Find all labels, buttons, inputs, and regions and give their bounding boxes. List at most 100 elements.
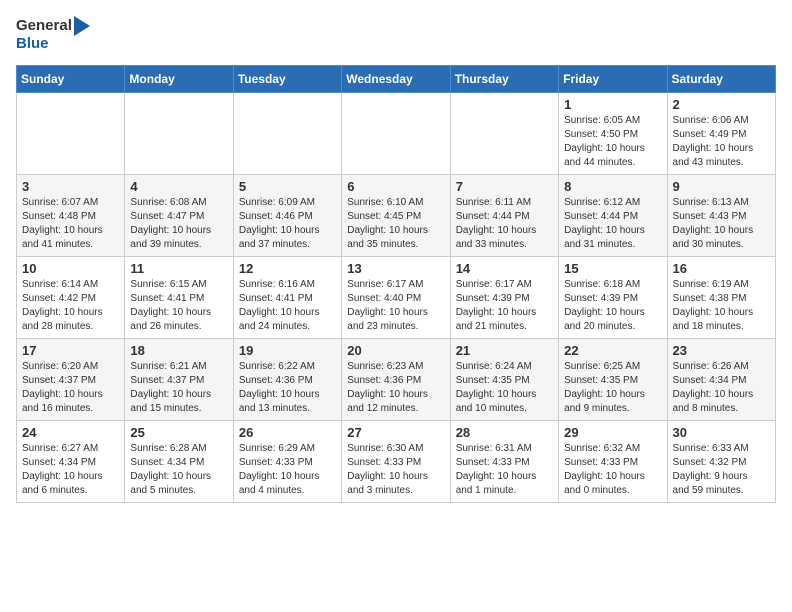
calendar-day-cell: 11 Sunrise: 6:15 AM Sunset: 4:41 PM Dayli… <box>125 256 233 338</box>
day-number: 27 <box>347 425 444 440</box>
calendar-day-cell <box>233 92 341 174</box>
calendar-day-cell: 15 Sunrise: 6:18 AM Sunset: 4:39 PM Dayli… <box>559 256 667 338</box>
weekday-header-cell: Friday <box>559 65 667 92</box>
calendar-day-cell: 18 Sunrise: 6:21 AM Sunset: 4:37 PM Dayli… <box>125 338 233 420</box>
calendar-day-cell: 16 Sunrise: 6:19 AM Sunset: 4:38 PM Dayli… <box>667 256 775 338</box>
calendar-day-cell: 12 Sunrise: 6:16 AM Sunset: 4:41 PM Dayli… <box>233 256 341 338</box>
day-info: Sunrise: 6:06 AM Sunset: 4:49 PM Dayligh… <box>673 114 770 170</box>
logo: General Blue <box>16 16 90 53</box>
day-info: Sunrise: 6:29 AM Sunset: 4:33 PM Dayligh… <box>239 442 336 498</box>
calendar-day-cell: 25 Sunrise: 6:28 AM Sunset: 4:34 PM Dayli… <box>125 420 233 502</box>
day-number: 17 <box>22 343 119 358</box>
calendar-day-cell: 8 Sunrise: 6:12 AM Sunset: 4:44 PM Daylig… <box>559 174 667 256</box>
day-number: 7 <box>456 179 553 194</box>
day-info: Sunrise: 6:11 AM Sunset: 4:44 PM Dayligh… <box>456 196 553 252</box>
calendar-day-cell: 2 Sunrise: 6:06 AM Sunset: 4:49 PM Daylig… <box>667 92 775 174</box>
logo-text: General Blue <box>16 16 90 53</box>
day-info: Sunrise: 6:12 AM Sunset: 4:44 PM Dayligh… <box>564 196 661 252</box>
day-info: Sunrise: 6:17 AM Sunset: 4:39 PM Dayligh… <box>456 278 553 334</box>
day-number: 23 <box>673 343 770 358</box>
calendar-day-cell: 20 Sunrise: 6:23 AM Sunset: 4:36 PM Dayli… <box>342 338 450 420</box>
day-info: Sunrise: 6:16 AM Sunset: 4:41 PM Dayligh… <box>239 278 336 334</box>
calendar-day-cell: 5 Sunrise: 6:09 AM Sunset: 4:46 PM Daylig… <box>233 174 341 256</box>
calendar-week-row: 10 Sunrise: 6:14 AM Sunset: 4:42 PM Dayli… <box>17 256 776 338</box>
day-info: Sunrise: 6:19 AM Sunset: 4:38 PM Dayligh… <box>673 278 770 334</box>
day-number: 4 <box>130 179 227 194</box>
calendar-day-cell: 19 Sunrise: 6:22 AM Sunset: 4:36 PM Dayli… <box>233 338 341 420</box>
day-number: 29 <box>564 425 661 440</box>
calendar-day-cell: 29 Sunrise: 6:32 AM Sunset: 4:33 PM Dayli… <box>559 420 667 502</box>
day-info: Sunrise: 6:25 AM Sunset: 4:35 PM Dayligh… <box>564 360 661 416</box>
day-number: 9 <box>673 179 770 194</box>
calendar-day-cell: 3Sunrise: 6:07 AM Sunset: 4:48 PM Daylig… <box>17 174 125 256</box>
calendar-day-cell: 30 Sunrise: 6:33 AM Sunset: 4:32 PM Dayli… <box>667 420 775 502</box>
day-number: 10 <box>22 261 119 276</box>
day-info: Sunrise: 6:18 AM Sunset: 4:39 PM Dayligh… <box>564 278 661 334</box>
day-info: Sunrise: 6:32 AM Sunset: 4:33 PM Dayligh… <box>564 442 661 498</box>
day-number: 2 <box>673 97 770 112</box>
calendar-day-cell: 21 Sunrise: 6:24 AM Sunset: 4:35 PM Dayli… <box>450 338 558 420</box>
day-info: Sunrise: 6:28 AM Sunset: 4:34 PM Dayligh… <box>130 442 227 498</box>
day-number: 1 <box>564 97 661 112</box>
weekday-header-row: SundayMondayTuesdayWednesdayThursdayFrid… <box>17 65 776 92</box>
day-number: 5 <box>239 179 336 194</box>
day-info: Sunrise: 6:30 AM Sunset: 4:33 PM Dayligh… <box>347 442 444 498</box>
day-info: Sunrise: 6:09 AM Sunset: 4:46 PM Dayligh… <box>239 196 336 252</box>
calendar-day-cell: 14 Sunrise: 6:17 AM Sunset: 4:39 PM Dayli… <box>450 256 558 338</box>
day-number: 28 <box>456 425 553 440</box>
calendar-week-row: 24Sunrise: 6:27 AM Sunset: 4:34 PM Dayli… <box>17 420 776 502</box>
day-number: 13 <box>347 261 444 276</box>
calendar-day-cell: 24Sunrise: 6:27 AM Sunset: 4:34 PM Dayli… <box>17 420 125 502</box>
calendar-body: 1 Sunrise: 6:05 AM Sunset: 4:50 PM Daylig… <box>17 92 776 502</box>
day-number: 26 <box>239 425 336 440</box>
day-info: Sunrise: 6:24 AM Sunset: 4:35 PM Dayligh… <box>456 360 553 416</box>
day-number: 19 <box>239 343 336 358</box>
day-number: 3 <box>22 179 119 194</box>
day-number: 30 <box>673 425 770 440</box>
day-number: 25 <box>130 425 227 440</box>
calendar-day-cell: 17 Sunrise: 6:20 AM Sunset: 4:37 PM Dayli… <box>17 338 125 420</box>
logo-blue: Blue <box>16 36 90 53</box>
calendar-day-cell <box>125 92 233 174</box>
calendar-day-cell: 6 Sunrise: 6:10 AM Sunset: 4:45 PM Daylig… <box>342 174 450 256</box>
day-number: 18 <box>130 343 227 358</box>
day-info: Sunrise: 6:10 AM Sunset: 4:45 PM Dayligh… <box>347 196 444 252</box>
calendar-day-cell <box>342 92 450 174</box>
weekday-header-cell: Monday <box>125 65 233 92</box>
day-number: 14 <box>456 261 553 276</box>
day-info: Sunrise: 6:05 AM Sunset: 4:50 PM Dayligh… <box>564 114 661 170</box>
day-number: 16 <box>673 261 770 276</box>
weekday-header-cell: Tuesday <box>233 65 341 92</box>
day-number: 20 <box>347 343 444 358</box>
page-header: General Blue <box>16 16 776 53</box>
day-number: 21 <box>456 343 553 358</box>
day-info: Sunrise: 6:14 AM Sunset: 4:42 PM Dayligh… <box>22 278 119 334</box>
day-info: Sunrise: 6:15 AM Sunset: 4:41 PM Dayligh… <box>130 278 227 334</box>
weekday-header-cell: Saturday <box>667 65 775 92</box>
day-number: 11 <box>130 261 227 276</box>
calendar-week-row: 3Sunrise: 6:07 AM Sunset: 4:48 PM Daylig… <box>17 174 776 256</box>
weekday-header-cell: Thursday <box>450 65 558 92</box>
weekday-header-cell: Wednesday <box>342 65 450 92</box>
day-number: 8 <box>564 179 661 194</box>
calendar-day-cell <box>17 92 125 174</box>
day-info: Sunrise: 6:26 AM Sunset: 4:34 PM Dayligh… <box>673 360 770 416</box>
calendar-day-cell: 13Sunrise: 6:17 AM Sunset: 4:40 PM Dayli… <box>342 256 450 338</box>
day-number: 24 <box>22 425 119 440</box>
day-number: 6 <box>347 179 444 194</box>
day-info: Sunrise: 6:20 AM Sunset: 4:37 PM Dayligh… <box>22 360 119 416</box>
day-info: Sunrise: 6:08 AM Sunset: 4:47 PM Dayligh… <box>130 196 227 252</box>
day-number: 12 <box>239 261 336 276</box>
weekday-header-cell: Sunday <box>17 65 125 92</box>
day-number: 15 <box>564 261 661 276</box>
calendar-week-row: 1 Sunrise: 6:05 AM Sunset: 4:50 PM Daylig… <box>17 92 776 174</box>
calendar-day-cell: 4 Sunrise: 6:08 AM Sunset: 4:47 PM Daylig… <box>125 174 233 256</box>
calendar-day-cell <box>450 92 558 174</box>
day-info: Sunrise: 6:33 AM Sunset: 4:32 PM Dayligh… <box>673 442 770 498</box>
day-info: Sunrise: 6:31 AM Sunset: 4:33 PM Dayligh… <box>456 442 553 498</box>
day-info: Sunrise: 6:21 AM Sunset: 4:37 PM Dayligh… <box>130 360 227 416</box>
day-info: Sunrise: 6:13 AM Sunset: 4:43 PM Dayligh… <box>673 196 770 252</box>
day-info: Sunrise: 6:23 AM Sunset: 4:36 PM Dayligh… <box>347 360 444 416</box>
logo-general: General <box>16 16 90 36</box>
day-info: Sunrise: 6:22 AM Sunset: 4:36 PM Dayligh… <box>239 360 336 416</box>
